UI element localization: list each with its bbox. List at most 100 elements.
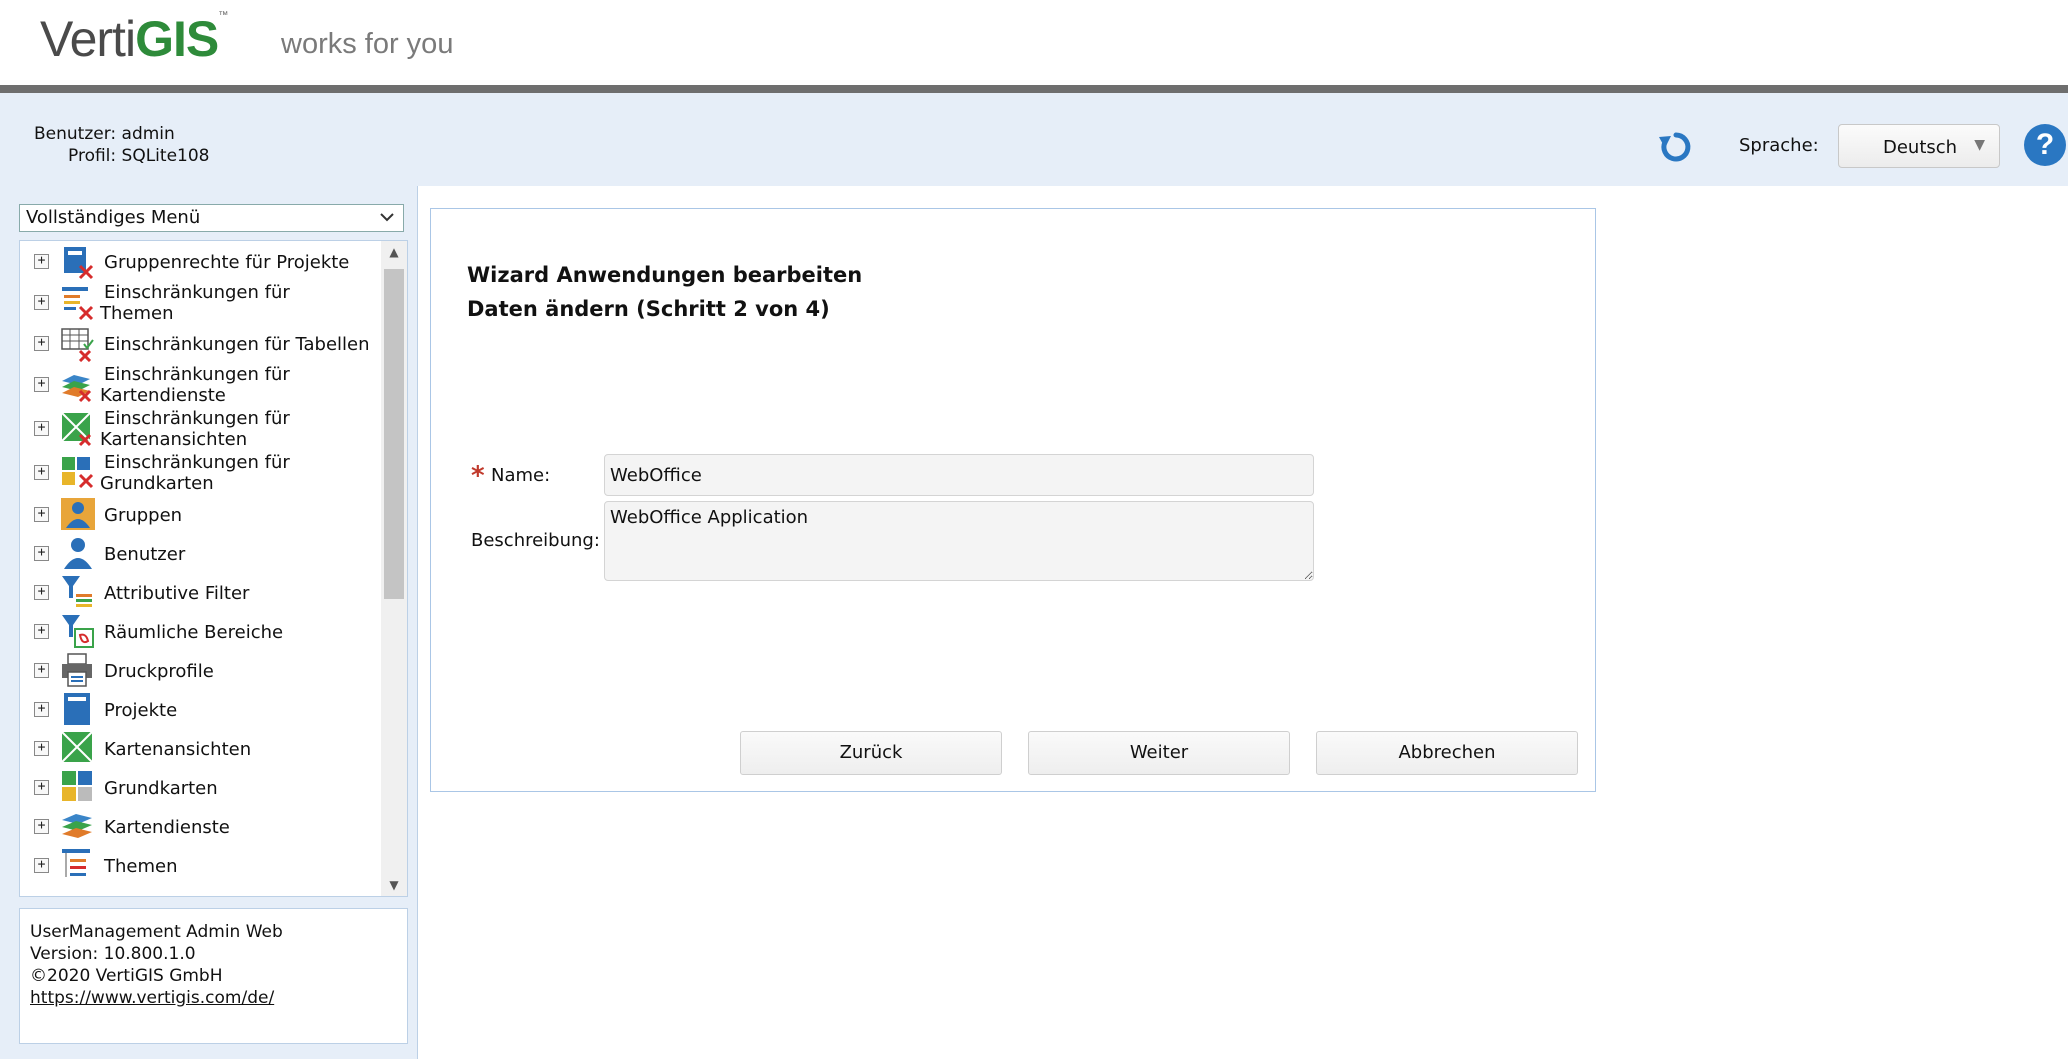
restrictions-tables-icon [61,328,94,362]
expand-icon[interactable]: + [34,585,49,600]
tree-item-attribute-filter[interactable]: + Attributive Filter [20,573,380,611]
scroll-up-icon[interactable]: ▲ [381,241,407,263]
tree-item-label: Einschränkungen für Tabellen [104,334,370,355]
tree-item-restrictions-mapservices[interactable]: + Einschränkungen für Kartendienste [20,363,380,407]
user-icon [64,538,92,569]
vertigis-logo: VertiGIS™ [40,10,228,68]
menu-select-value: Vollständiges Menü [26,207,201,228]
attribute-filter-icon [62,576,92,607]
tree-item-label-cont: Kartenansichten [100,429,248,450]
tree-item-label: Druckprofile [104,661,214,682]
tree-scrollbar[interactable]: ▲ ▼ [381,241,407,896]
tree-item-print-profiles[interactable]: + Druckprofile [20,651,380,689]
app-copyright: ©2020 VertiGIS GmbH [30,966,223,986]
tree-item-label-cont: Grundkarten [100,473,214,494]
tree-item-label: Benutzer [104,544,186,565]
group-rights-projects-icon [64,247,94,280]
expand-icon[interactable]: + [34,507,49,522]
expand-icon[interactable]: + [34,624,49,639]
help-icon[interactable]: ? [2024,124,2066,166]
description-label: Beschreibung: [471,530,600,551]
tree-item-groups[interactable]: + Gruppen [20,495,380,533]
logo-text-gis: GIS [135,11,219,67]
scroll-thumb[interactable] [384,269,404,599]
restrictions-themes-icon [62,287,94,321]
header-divider [0,85,2068,93]
sidebar: Vollständiges Menü + Gruppenrechte für P… [0,186,418,1059]
expand-icon[interactable]: + [34,421,49,436]
expand-icon[interactable]: + [34,780,49,795]
tree-item-label: Einschränkungen für [104,452,290,473]
name-label: Name: [491,465,551,486]
name-field[interactable] [604,454,1314,496]
tree-item-label-cont: Kartendienste [100,385,226,406]
tree-item-label: Grundkarten [104,778,218,799]
menu-tree: + Gruppenrechte für Projekte + Einschrän… [19,240,408,897]
app-version: Version: 10.800.1.0 [30,944,196,964]
restrictions-mapviews-icon [61,412,92,447]
wizard-step: Daten ändern (Schritt 2 von 4) [467,297,830,321]
themes-icon [62,849,90,877]
logo-trademark: ™ [218,10,228,21]
printer-icon [62,653,92,687]
user-bar: Benutzer: admin Profil: SQLite108 Sprach… [0,93,2068,186]
tree-item-mapviews[interactable]: + Kartenansichten [20,729,380,767]
restrictions-mapservices-icon [62,375,92,403]
expand-icon[interactable]: + [34,702,49,717]
expand-icon[interactable]: + [34,741,49,756]
tree-item-label: Attributive Filter [104,583,250,604]
tree-item-label: Einschränkungen für [104,408,290,429]
next-button[interactable]: Weiter [1028,731,1290,775]
scroll-down-icon[interactable]: ▼ [381,874,407,896]
tree-item-restrictions-basemaps[interactable]: + Einschränkungen für Grundkarten [20,451,380,495]
vendor-link[interactable]: https://www.vertigis.com/de/ [30,988,274,1008]
tree-item-spatial-areas[interactable]: + Räumliche Bereiche [20,612,380,650]
mapservices-icon [62,814,92,838]
tree-item-basemaps[interactable]: + Grundkarten [20,768,380,806]
basemaps-icon [62,771,92,801]
user-name: Benutzer: admin [34,124,175,144]
chevron-down-icon [380,213,394,222]
groups-icon [61,498,95,530]
expand-icon[interactable]: + [34,546,49,561]
expand-icon[interactable]: + [34,295,49,310]
spatial-area-icon [62,615,94,648]
tree-item-label-cont: Themen [100,303,174,324]
user-profile: Profil: SQLite108 [68,146,210,166]
tree-item-restrictions-tables[interactable]: + Einschränkungen für Tabellen [20,325,380,363]
expand-icon[interactable]: + [34,663,49,678]
projects-icon [64,693,90,725]
wizard-title: Wizard Anwendungen bearbeiten [467,263,863,287]
expand-icon[interactable]: + [34,377,49,392]
cancel-button[interactable]: Abbrechen [1316,731,1578,775]
menu-select[interactable]: Vollständiges Menü [19,204,404,232]
tree-item-group-rights-projects[interactable]: + Gruppenrechte für Projekte [20,244,380,280]
dropdown-arrow-icon: ▼ [1974,137,1985,153]
tree-item-themes[interactable]: + Themen [20,846,380,884]
logo-text-verti: Verti [40,11,136,67]
tagline: works for you [281,28,454,60]
app-info: UserManagement Admin Web Version: 10.800… [19,908,408,1044]
tree-item-projects[interactable]: + Projekte [20,690,380,728]
tree-item-mapservices[interactable]: + Kartendienste [20,807,380,845]
refresh-icon[interactable] [1656,127,1696,167]
language-select[interactable]: Deutsch ▼ [1838,124,2000,168]
description-field[interactable]: WebOffice Application [604,501,1314,581]
language-label: Sprache: [1739,135,1819,156]
expand-icon[interactable]: + [34,465,49,480]
tree-item-label: Gruppen [104,505,183,526]
tree-item-restrictions-themes[interactable]: + Einschränkungen für Themen [20,281,380,325]
required-marker: * [471,461,485,491]
expand-icon[interactable]: + [34,336,49,351]
wizard-panel: Wizard Anwendungen bearbeiten Daten ände… [430,208,1596,792]
back-button[interactable]: Zurück [740,731,1002,775]
tree-item-restrictions-mapviews[interactable]: + Einschränkungen für Kartenansichten [20,407,380,451]
tree-item-label: Gruppenrechte für Projekte [104,252,350,273]
expand-icon[interactable]: + [34,858,49,873]
restrictions-basemaps-icon [62,457,94,489]
tree-item-users[interactable]: + Benutzer [20,534,380,572]
expand-icon[interactable]: + [34,254,49,269]
expand-icon[interactable]: + [34,819,49,834]
tree-item-label: Räumliche Bereiche [104,622,284,643]
tree-item-label: Kartenansichten [104,739,252,760]
